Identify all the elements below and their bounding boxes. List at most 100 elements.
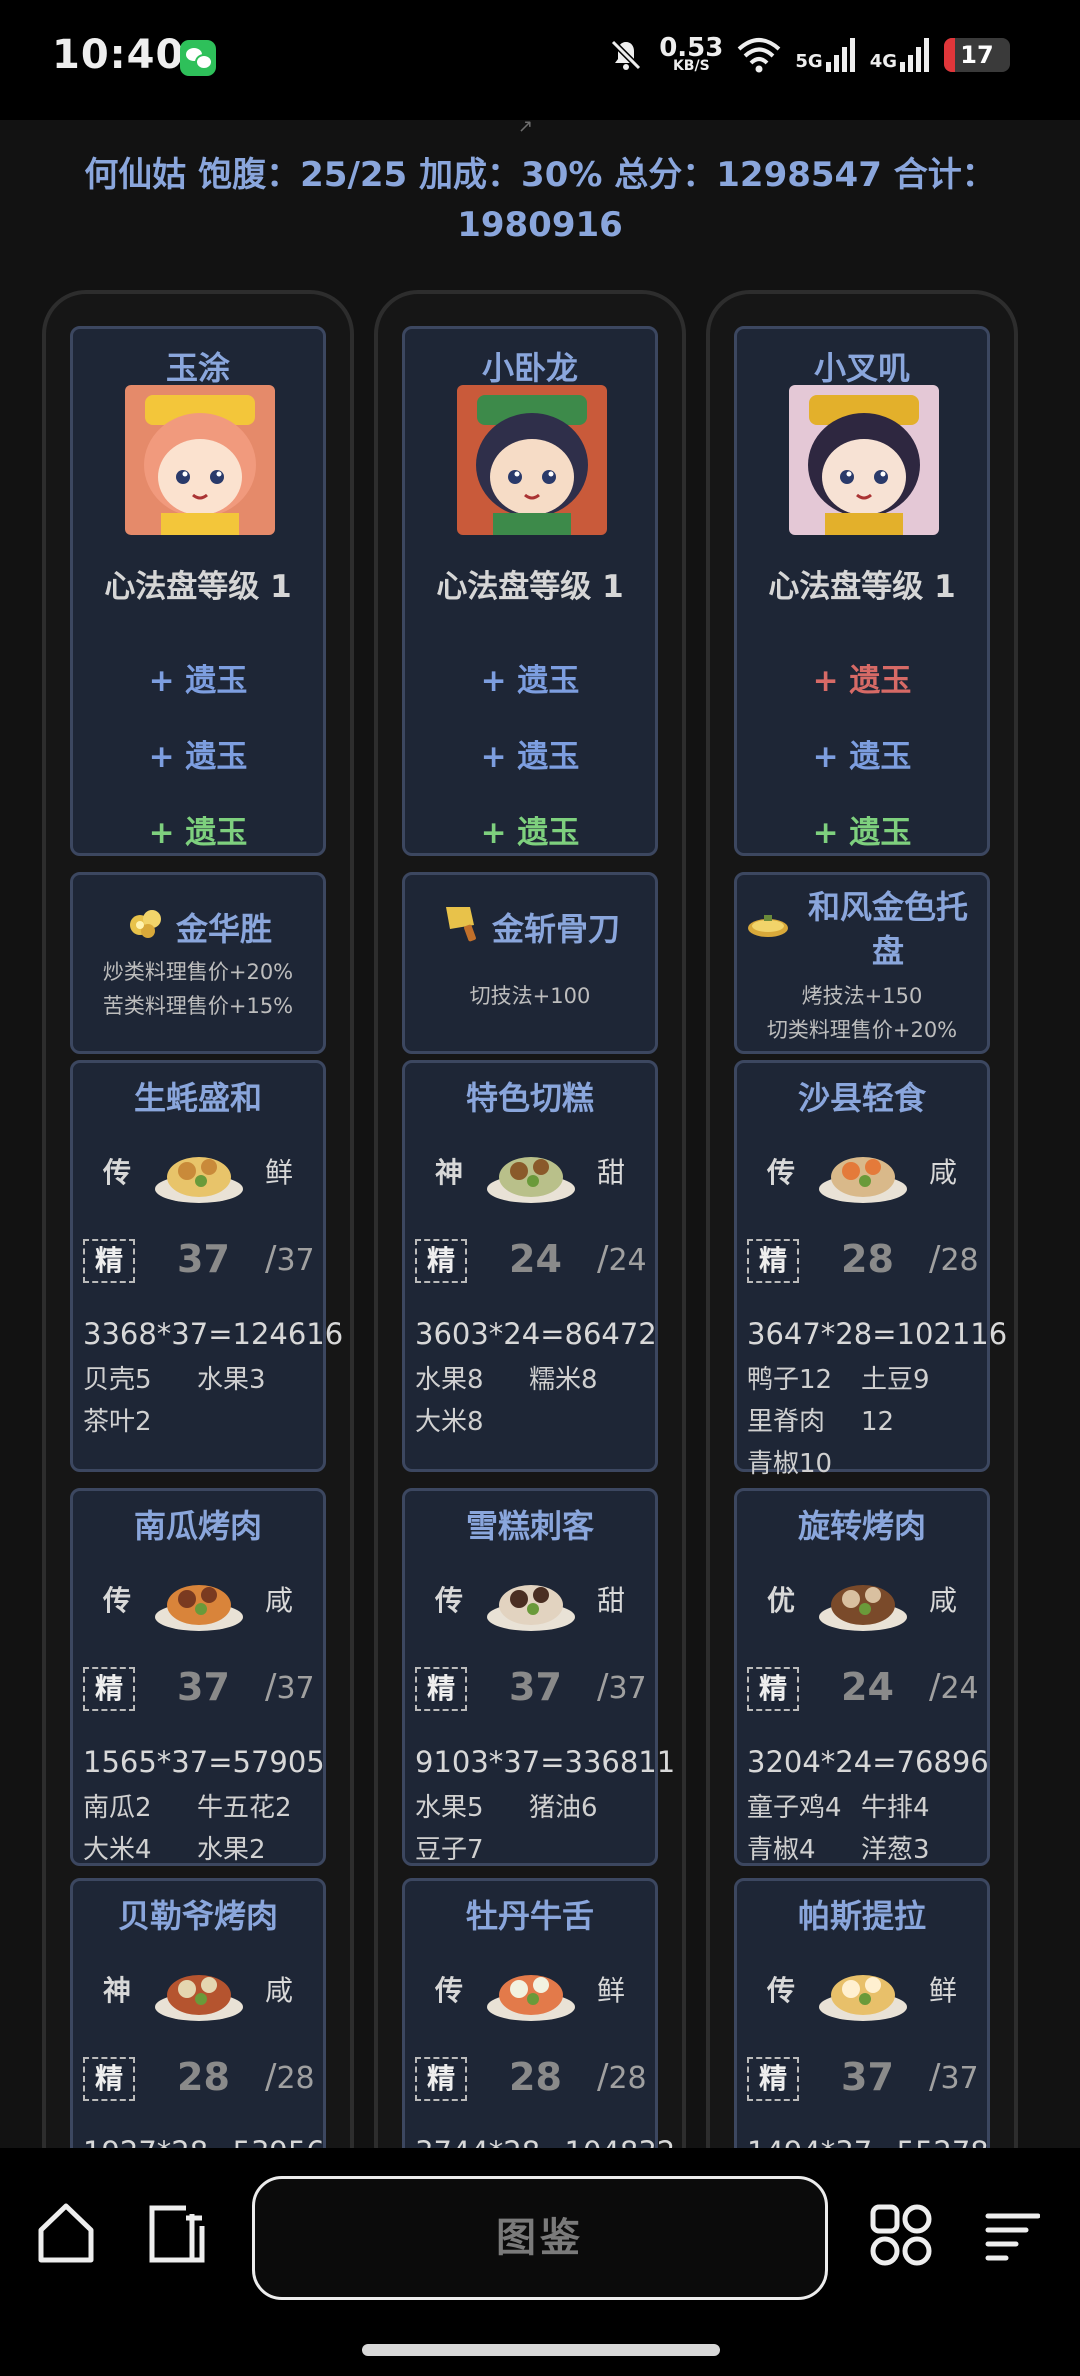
- grid-icon[interactable]: [870, 2204, 932, 2266]
- dish-card[interactable]: 生蚝盛和传 鲜精 37/37 3368*37=124616 贝壳5 水果3 茶叶2: [70, 1060, 343, 1472]
- ingredient: 大米4: [83, 1835, 152, 1865]
- equip-card[interactable]: 金华胜 炒类料理售价+20% 苦类料理售价+15%: [70, 872, 326, 1054]
- jade-slot[interactable]: + 遗玉: [73, 655, 323, 700]
- dish-card[interactable]: 特色切糕神 甜精 24/24 3603*24=86472 水果8 糯米8 大米8: [402, 1060, 658, 1472]
- equip-name: 金斩骨刀: [491, 910, 620, 948]
- dish-grade-badge[interactable]: 精: [747, 1239, 799, 1283]
- ingredient: 糯米8: [529, 1365, 598, 1395]
- dish-name: 旋转烤肉: [797, 1507, 926, 1545]
- dish-max-quantity: /37: [597, 1667, 647, 1707]
- dish-name: 生蚝盛和: [133, 1079, 262, 1117]
- ingredient: 水果2: [197, 1835, 266, 1865]
- ingredient: 贝壳5: [83, 1365, 152, 1395]
- dish-quantity[interactable]: 28: [509, 2055, 562, 2099]
- dish-card[interactable]: 沙县轻食传 咸精 28/28 3647*28=102116 鸭子12 土豆9 里脊肉 12 青椒…: [734, 1060, 1007, 1479]
- dish-quantity[interactable]: 37: [177, 1237, 230, 1281]
- dish-flavor: 甜: [596, 1156, 625, 1189]
- encyclopedia-button[interactable]: 图鉴: [252, 2176, 828, 2300]
- menu-icon[interactable]: [984, 2210, 1040, 2262]
- dish-card[interactable]: 牡丹牛舌传鲜精28/283744*28=104832: [402, 1878, 675, 2178]
- chef-card[interactable]: 小叉叽 心法盘等级 1 + 遗玉 + 遗玉 + 遗玉: [734, 326, 990, 856]
- ingredient: 豆子7: [415, 1835, 484, 1865]
- dish-grade-badge[interactable]: 精: [415, 2057, 467, 2101]
- equip-title: 金华胜: [73, 903, 323, 951]
- dish-card[interactable]: 雪糕刺客传 甜精 37/37 9103*37=336811 水果5 猪油6 豆子7: [402, 1488, 675, 1866]
- jade-slot[interactable]: + 遗玉: [405, 807, 655, 852]
- dish-rarity: 传: [435, 1974, 464, 2007]
- chef-avatar: [125, 385, 275, 535]
- dish-name: 沙县轻食: [797, 1079, 926, 1117]
- equip-effect: 切类料理售价+20%: [766, 1018, 958, 1042]
- dish-rarity: 优: [767, 1584, 796, 1617]
- jade-slot[interactable]: + 遗玉: [737, 731, 987, 776]
- dish-score-formula: 3647*28=102116: [747, 1317, 1008, 1351]
- dish-flavor: 甜: [596, 1584, 625, 1617]
- dish-card[interactable]: 帕斯提拉传鲜精37/371494*37=55278: [734, 1878, 990, 2178]
- dish-rarity: 神: [435, 1156, 464, 1189]
- jade-slot[interactable]: + 遗玉: [405, 731, 655, 776]
- ingredient: 里脊肉: [747, 1407, 826, 1437]
- dish-grade-badge[interactable]: 精: [83, 1239, 135, 1283]
- dish-grade-badge[interactable]: 精: [747, 1667, 799, 1711]
- pin-icon: ↗: [518, 116, 534, 137]
- dish-max-value: 28: [608, 2061, 647, 2096]
- dish-max-value: 28: [276, 2061, 315, 2096]
- dish-name: 特色切糕: [465, 1079, 594, 1117]
- equip-card[interactable]: 金斩骨刀 切技法+100: [402, 872, 658, 1054]
- dish-flavor: 咸: [928, 1156, 957, 1189]
- chef-card[interactable]: 小卧龙 心法盘等级 1 + 遗玉 + 遗玉 + 遗玉: [402, 326, 658, 856]
- jade-slot[interactable]: + 遗玉: [405, 655, 655, 700]
- jade-slot[interactable]: + 遗玉: [737, 807, 987, 852]
- jade-slot[interactable]: + 遗玉: [73, 731, 323, 776]
- bottom-nav: 图鉴: [0, 2148, 1080, 2376]
- dish-score-formula: 3368*37=124616: [83, 1317, 344, 1351]
- chef-avatar: [789, 385, 939, 535]
- dish-image: [151, 1137, 247, 1207]
- dish-quantity[interactable]: 24: [509, 1237, 562, 1281]
- dish-grade-badge[interactable]: 精: [415, 1667, 467, 1711]
- dish-quantity[interactable]: 37: [509, 1665, 562, 1709]
- signal-bars-icon: [825, 38, 855, 72]
- dish-max-quantity: /37: [265, 1667, 315, 1707]
- dish-image: [483, 1137, 579, 1207]
- edit-icon[interactable]: [146, 2204, 208, 2264]
- dish-flavor: 鲜: [264, 1156, 293, 1189]
- dish-grade-badge[interactable]: 精: [415, 1239, 467, 1283]
- jade-slot[interactable]: + 遗玉: [73, 807, 323, 852]
- dish-grade-badge[interactable]: 精: [83, 1667, 135, 1711]
- dish-ingredients: 童子鸡4 牛排4 青椒4 洋葱3: [747, 1787, 987, 1871]
- chef-column: 小叉叽 心法盘等级 1 + 遗玉 + 遗玉 + 遗玉 和风金色托盘 烤技法+150 切类料理售…: [706, 290, 1018, 2190]
- chef-card[interactable]: 玉涂 心法盘等级 1 + 遗玉 + 遗玉 + 遗玉: [70, 326, 326, 856]
- equip-card[interactable]: 和风金色托盘 烤技法+150 切类料理售价+20%: [734, 872, 990, 1054]
- dish-image: [815, 1565, 911, 1635]
- home-icon[interactable]: [36, 2200, 96, 2264]
- dish-quantity[interactable]: 28: [177, 2055, 230, 2099]
- home-indicator[interactable]: [362, 2344, 720, 2356]
- ingredient: 牛五花2: [197, 1793, 292, 1823]
- signal-bars-icon: [900, 38, 929, 72]
- chef-level: 心法盘等级 1: [768, 569, 956, 605]
- status-bar: 10:40 0.53 KB/S 5G 4G 17: [0, 0, 1080, 120]
- ingredient: 土豆9: [861, 1365, 930, 1395]
- ingredient: 青椒10: [747, 1449, 833, 1479]
- summary-header: 何仙姑 饱腹：25/25 加成：30% 总分：1298547 合计：198091…: [84, 155, 996, 245]
- battery-level: 17: [960, 41, 994, 69]
- dish-quantity[interactable]: 28: [841, 1237, 894, 1281]
- dish-quantity[interactable]: 37: [841, 2055, 894, 2099]
- app-root: 10:40 0.53 KB/S 5G 4G 17 ↗ 何仙姑 饱腹：25/25 …: [0, 0, 1080, 2376]
- dish-grade-badge[interactable]: 精: [747, 2057, 799, 2101]
- equip-name: 和风金色托盘: [807, 888, 968, 970]
- dish-image: [151, 1565, 247, 1635]
- dish-image: [483, 1565, 579, 1635]
- dish-max-quantity: /37: [929, 2057, 979, 2097]
- dish-quantity[interactable]: 24: [841, 1665, 894, 1709]
- dish-name: 南瓜烤肉: [133, 1507, 262, 1545]
- dish-card[interactable]: 南瓜烤肉传 咸精 37/37 1565*37=57905 南瓜2 牛五花2 大米4 水果2: [70, 1488, 326, 1866]
- dish-quantity[interactable]: 37: [177, 1665, 230, 1709]
- dish-card[interactable]: 贝勒爷烤肉神咸精28/281927*28=53956: [70, 1878, 326, 2178]
- dish-grade-badge[interactable]: 精: [83, 2057, 135, 2101]
- dish-card[interactable]: 旋转烤肉优 咸精 24/24 3204*24=76896 童子鸡4 牛排4 青椒4 洋葱3: [734, 1488, 990, 1866]
- status-time: 10:40: [52, 32, 185, 78]
- chef-level: 心法盘等级 1: [436, 569, 624, 605]
- jade-slot[interactable]: + 遗玉: [737, 655, 987, 700]
